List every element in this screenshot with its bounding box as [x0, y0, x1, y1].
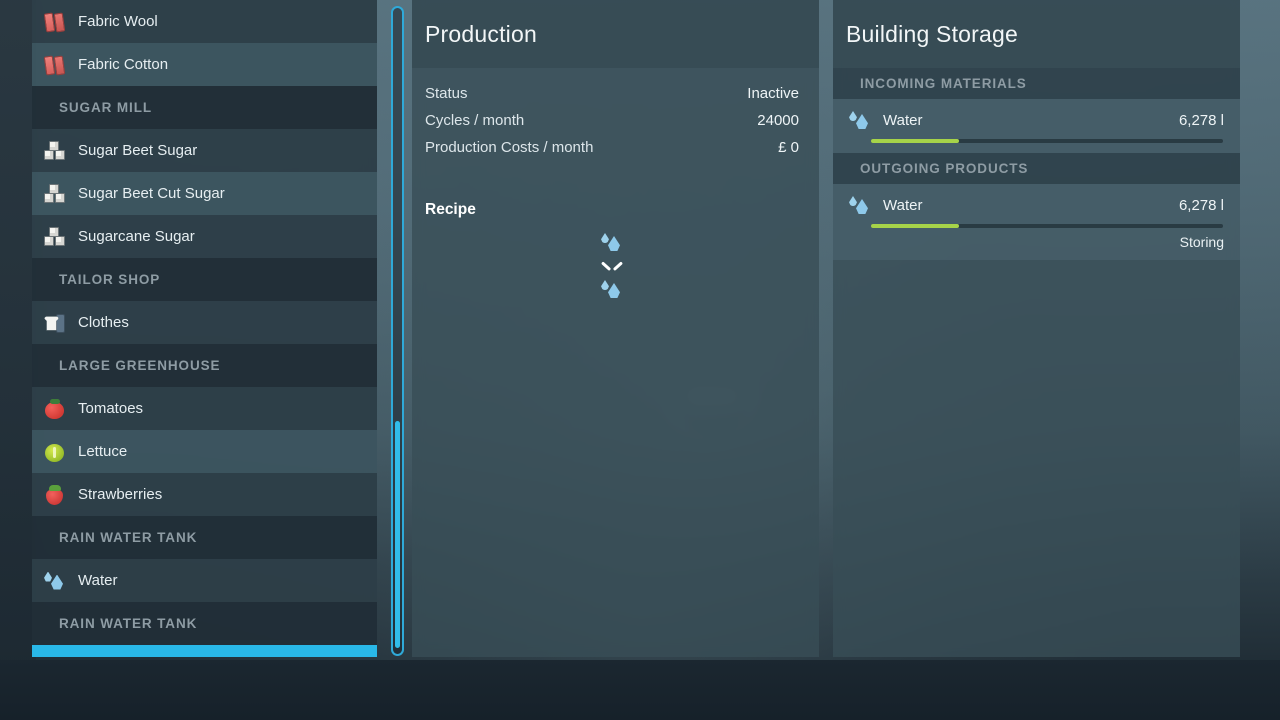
product-list-group-header: TAILOR SHOP	[32, 258, 377, 301]
production-stat-value: £ 0	[778, 139, 799, 156]
storage-item-name: Water	[883, 111, 923, 129]
product-list-item[interactable]: Sugarcane Sugar	[32, 215, 377, 258]
background-bottom-shade	[0, 660, 1280, 720]
fabric-icon	[42, 9, 68, 35]
sugar-icon	[42, 181, 68, 207]
sugar-icon	[42, 224, 68, 250]
product-list-item[interactable]: Water	[32, 559, 377, 602]
storage-fill-bar	[871, 139, 959, 143]
tomato-icon	[42, 396, 68, 422]
product-list[interactable]: Fabric Wool Fabric Cotton SUGAR MILL Sugar …	[32, 0, 377, 657]
storage-item-status: Storing	[1179, 234, 1224, 250]
storage-item-row[interactable]: Water 6,278 l Storing	[833, 184, 1240, 260]
product-list-item[interactable]: Lettuce	[32, 430, 377, 473]
group-header-label: SUGAR MILL	[59, 100, 152, 115]
storage-section-header: OUTGOING PRODUCTS	[833, 153, 1240, 184]
product-list-item-label: Sugar Beet Cut Sugar	[78, 185, 225, 202]
group-header-label: LARGE GREENHOUSE	[59, 358, 221, 373]
recipe-heading: Recipe	[425, 201, 476, 218]
lettuce-icon	[42, 439, 68, 465]
storage-item-line: Water 6,278 l	[847, 107, 1224, 133]
storage-fill-bar	[871, 224, 959, 228]
product-list-group-header: RAIN WATER TANK	[32, 602, 377, 645]
product-list-item-label: Clothes	[78, 314, 129, 331]
chevron-down-icon	[602, 260, 622, 271]
production-stats-list: Status Inactive Cycles / month 24000 Product…	[425, 80, 799, 161]
product-list-item[interactable]: Sugar Beet Sugar	[32, 129, 377, 172]
product-list-scrollbar-thumb[interactable]	[395, 421, 400, 648]
water-drop-icon	[42, 654, 68, 658]
strawberry-icon	[42, 482, 68, 508]
product-list-item[interactable]: Strawberries	[32, 473, 377, 516]
storage-section-header: INCOMING MATERIALS	[833, 68, 1240, 99]
water-drop-icon	[42, 568, 68, 594]
storage-sections: INCOMING MATERIALS Water 6,278 l OUTGOING P…	[833, 68, 1240, 260]
storage-fill-bar-track	[871, 224, 1223, 228]
storage-item-amount: 6,278 l	[1178, 196, 1224, 214]
background-left-shade	[0, 0, 36, 660]
building-storage-panel: Building Storage INCOMING MATERIALS Water…	[833, 0, 1240, 657]
storage-item-amount: 6,278 l	[1178, 111, 1224, 129]
production-stat-row: Cycles / month 24000	[425, 107, 799, 134]
recipe-output-water-drop-icon	[599, 276, 625, 302]
production-stat-key: Status	[425, 85, 468, 102]
product-list-item[interactable]: Fabric Wool	[32, 0, 377, 43]
product-list-item[interactable]: Tomatoes	[32, 387, 377, 430]
water-drop-icon	[847, 192, 873, 218]
recipe-flow	[425, 229, 799, 302]
storage-item-line: Water 6,278 l	[847, 192, 1224, 218]
building-storage-title: Building Storage	[846, 20, 1018, 47]
storage-item-row[interactable]: Water 6,278 l	[833, 99, 1240, 153]
product-list-item-label: Fabric Cotton	[78, 56, 169, 73]
production-stat-key: Production Costs / month	[425, 139, 594, 156]
product-list-panel: Fabric Wool Fabric Cotton SUGAR MILL Sugar …	[32, 0, 377, 657]
sugar-icon	[42, 138, 68, 164]
production-stat-value: 24000	[757, 112, 799, 129]
building-storage-header: Building Storage	[833, 0, 1240, 68]
group-header-label: TAILOR SHOP	[59, 272, 161, 287]
group-header-label: RAIN WATER TANK	[59, 530, 198, 545]
product-list-scrollbar-track[interactable]	[391, 6, 404, 656]
production-stat-value: Inactive	[747, 85, 799, 102]
fabric-icon	[42, 52, 68, 78]
product-list-item[interactable]: Fabric Cotton	[32, 43, 377, 86]
product-list-item-label: Fabric Wool	[78, 13, 158, 30]
clothes-icon	[42, 310, 68, 336]
product-list-item-label: Sugarcane Sugar	[78, 228, 195, 245]
storage-item-name: Water	[883, 196, 923, 214]
product-list-item-label: Strawberries	[78, 486, 163, 503]
product-list-group-header: RAIN WATER TANK	[32, 516, 377, 559]
water-drop-icon	[847, 107, 873, 133]
production-stat-key: Cycles / month	[425, 112, 525, 129]
production-stat-row: Production Costs / month £ 0	[425, 134, 799, 161]
production-panel: Production Status Inactive Cycles / month 2…	[412, 0, 819, 657]
product-list-item-label: Lettuce	[78, 443, 128, 460]
group-header-label: RAIN WATER TANK	[59, 616, 198, 631]
product-list-item-label: Sugar Beet Sugar	[78, 142, 198, 159]
product-list-item-label: Water	[78, 572, 118, 589]
product-list-item[interactable]: Clothes	[32, 301, 377, 344]
product-list-group-header: SUGAR MILL	[32, 86, 377, 129]
production-header: Production	[412, 0, 819, 68]
product-list-item[interactable]: Sugar Beet Cut Sugar	[32, 172, 377, 215]
storage-fill-bar-track	[871, 139, 1223, 143]
product-list-item-selected[interactable]: Water	[32, 645, 377, 657]
product-list-group-header: LARGE GREENHOUSE	[32, 344, 377, 387]
production-title: Production	[425, 20, 537, 47]
production-body: Status Inactive Cycles / month 24000 Product…	[412, 68, 819, 302]
product-list-item-label: Tomatoes	[78, 400, 144, 417]
production-stat-row: Status Inactive	[425, 80, 799, 107]
recipe-input-water-drop-icon	[599, 229, 625, 255]
